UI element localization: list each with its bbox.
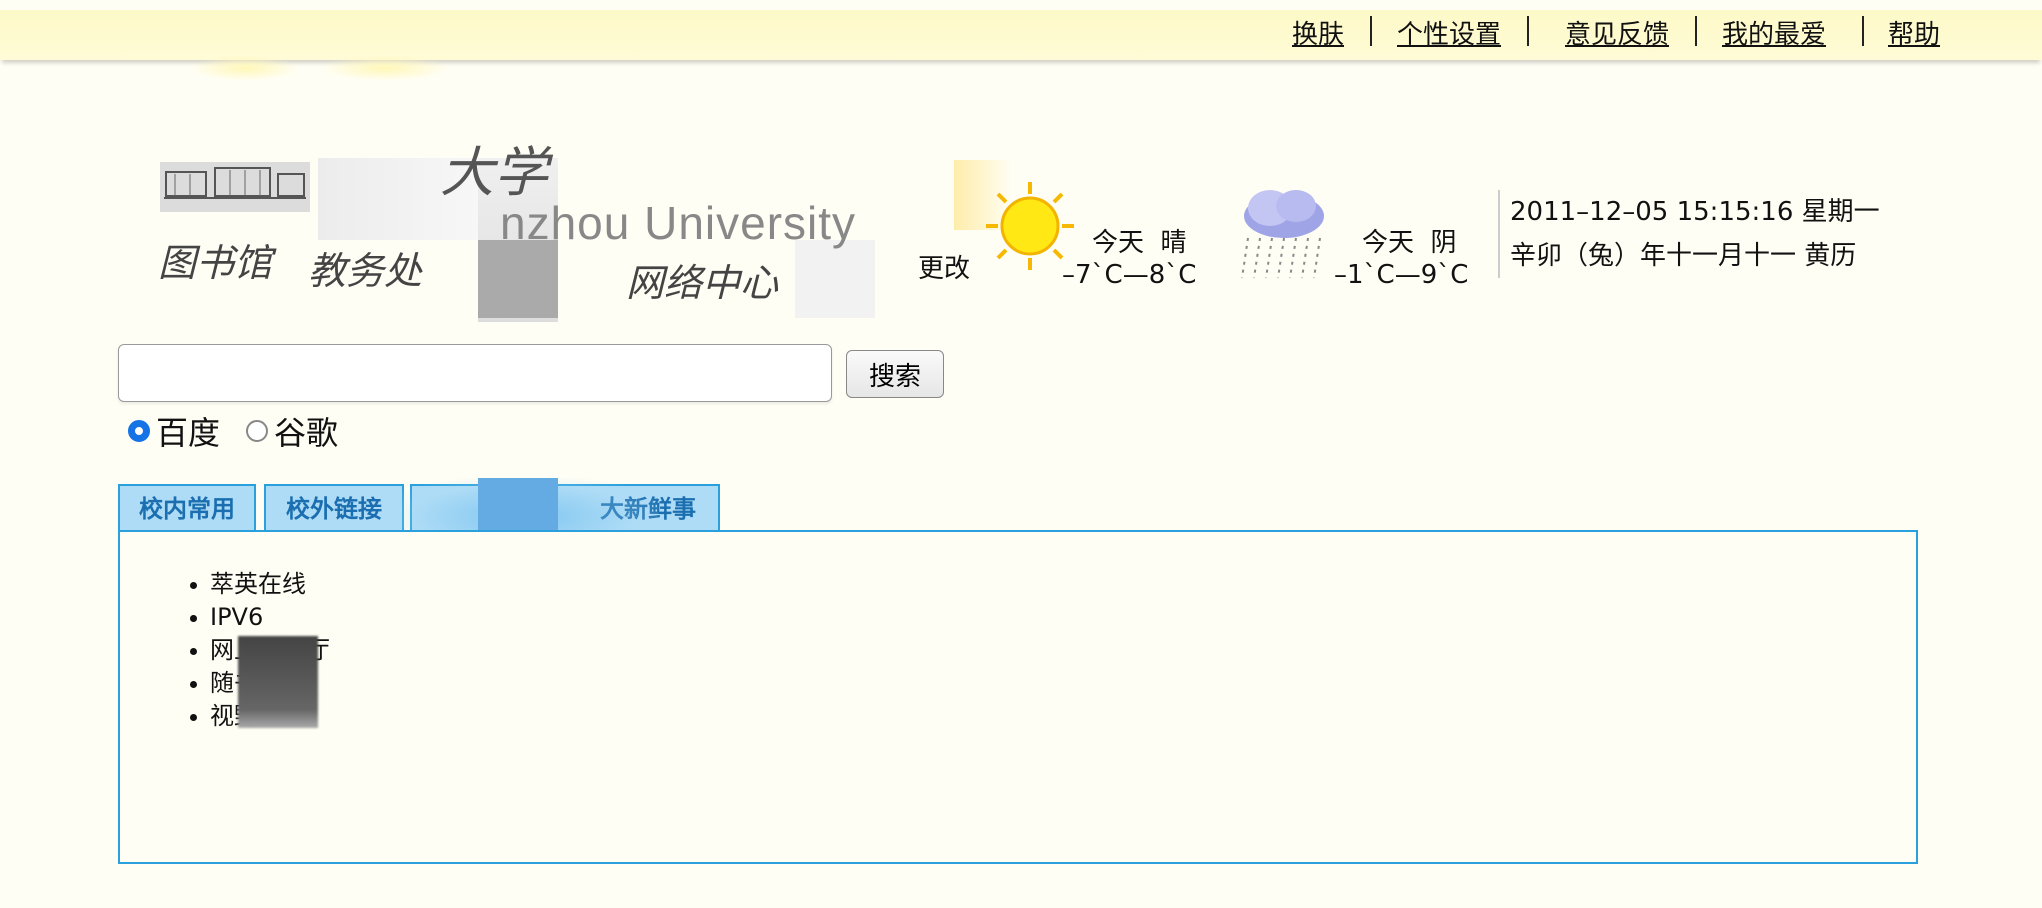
separator bbox=[1695, 16, 1697, 46]
weather-today2-temp: –1`C—9`C bbox=[1334, 260, 1469, 290]
engine-google[interactable]: 谷歌 bbox=[246, 408, 338, 454]
weather-today2-label: 今天 阴 bbox=[1362, 228, 1457, 258]
feedback-link[interactable]: 意见反馈 bbox=[1565, 14, 1669, 51]
logo-blur bbox=[795, 240, 875, 318]
glow-decoration bbox=[190, 55, 300, 81]
academic-affairs-link[interactable]: 教务处 bbox=[308, 240, 422, 295]
network-center-link[interactable]: 网络中心 bbox=[626, 252, 778, 307]
personal-settings-link[interactable]: 个性设置 bbox=[1397, 14, 1501, 51]
tab-campus-common[interactable]: 校内常用 bbox=[118, 484, 256, 530]
sun-icon bbox=[986, 182, 1074, 270]
favorites-link[interactable]: 我的最爱 bbox=[1722, 14, 1826, 51]
google-radio[interactable] bbox=[246, 420, 268, 442]
search-button[interactable]: 搜索 bbox=[846, 350, 944, 398]
logo-blur bbox=[478, 240, 558, 318]
separator bbox=[1862, 16, 1864, 46]
engine-baidu[interactable]: 百度 bbox=[128, 408, 220, 454]
skin-link[interactable]: 换肤 bbox=[1292, 14, 1344, 51]
building-logo-icon bbox=[160, 162, 310, 212]
weather-today1-label: 今天 晴 bbox=[1092, 228, 1187, 258]
change-weather-link[interactable]: 更改 bbox=[918, 248, 970, 285]
library-link[interactable]: 图书馆 bbox=[158, 232, 272, 287]
help-link[interactable]: 帮助 bbox=[1888, 14, 1940, 51]
datetime-block: 2011–12–05 15:15:16 星期一 辛卯（兔）年十一月十一 黄历 bbox=[1498, 190, 1880, 278]
list-item-ipv6[interactable]: IPV6 bbox=[190, 601, 330, 634]
search-input[interactable] bbox=[118, 344, 832, 402]
baidu-label: 百度 bbox=[156, 414, 221, 452]
google-label: 谷歌 bbox=[274, 414, 339, 452]
top-bar: 换肤 个性设置 意见反馈 我的最爱 帮助 bbox=[0, 10, 2042, 60]
weather-today1-temp: –7`C—8`C bbox=[1062, 260, 1197, 290]
glow-decoration bbox=[320, 55, 450, 81]
separator bbox=[1370, 16, 1372, 46]
tab-panel: 萃英在线 IPV6 网上报告厅 随书光盘 视野 bbox=[118, 530, 1918, 864]
baidu-radio[interactable] bbox=[128, 420, 150, 442]
datetime-line: 2011–12–05 15:15:16 星期一 bbox=[1510, 197, 1880, 227]
list-blur bbox=[238, 636, 318, 728]
separator bbox=[1527, 16, 1529, 46]
tab-external-links[interactable]: 校外链接 bbox=[264, 484, 404, 530]
lunar-date-line: 辛卯（兔）年十一月十一 黄历 bbox=[1510, 241, 1857, 271]
english-title: nzhou University bbox=[500, 197, 857, 249]
list-item-cuiying[interactable]: 萃英在线 bbox=[190, 568, 330, 601]
rain-cloud-icon bbox=[1241, 190, 1324, 279]
